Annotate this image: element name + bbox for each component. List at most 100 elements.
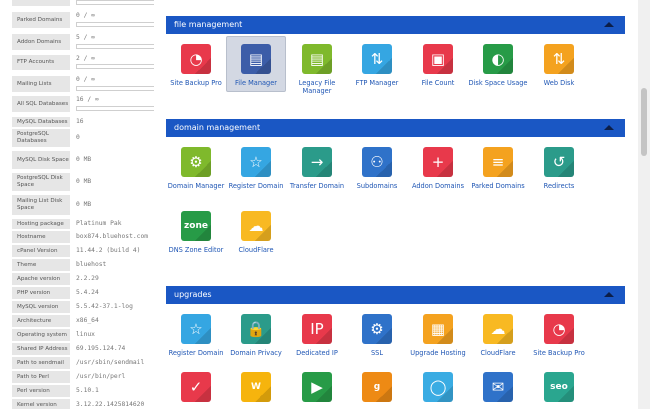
section-title: domain management	[174, 123, 261, 132]
stat-value: 0	[76, 134, 80, 142]
app-link-backup[interactable]: ◔ Site Backup Pro	[529, 314, 589, 357]
stat-label: Architecture	[12, 315, 70, 327]
app-link-label: DNS Zone Editor	[168, 246, 224, 254]
stat-label: Hosting package	[12, 219, 70, 229]
stat-row: PHP version 5.4.24	[12, 287, 154, 299]
section-header[interactable]: upgrades	[166, 286, 625, 304]
app-link-ring[interactable]: ◯	[408, 372, 468, 402]
app-link-seo[interactable]: seo	[529, 372, 589, 402]
app-link-label: Upgrade Hosting	[410, 349, 466, 357]
section-title: upgrades	[174, 290, 212, 299]
ring-icon: ◯	[423, 372, 453, 402]
stat-label: All SQL Databases	[12, 96, 70, 112]
app-link-dedicated-ip[interactable]: IP Dedicated IP	[287, 314, 347, 357]
addon-domains-icon: +	[423, 147, 453, 177]
app-link-label: File Manager	[234, 79, 278, 87]
stat-row: PostgreSQL Databases 0	[12, 129, 154, 147]
app-link-label: CloudFlare	[480, 349, 516, 357]
stat-value: 5 / ∞	[76, 34, 95, 41]
app-link-disk-usage[interactable]: ◐ Disk Space Usage	[468, 44, 528, 87]
app-link-domain-manager[interactable]: ⚙ Domain Manager	[166, 147, 226, 190]
stat-usage-bar	[76, 44, 154, 49]
app-link-redirects[interactable]: ↺ Redirects	[529, 147, 589, 190]
stat-row: Architecture x86_64	[12, 315, 154, 327]
stat-label: Addon Domains	[12, 34, 70, 50]
app-link-legacy-file-manager[interactable]: ▤ Legacy File Manager	[287, 44, 347, 95]
stat-row: Operating system linux	[12, 329, 154, 341]
app-link-register-domain[interactable]: ☆ Register Domain	[226, 147, 286, 190]
stat-label: Path to Perl	[12, 371, 70, 383]
app-link-backup[interactable]: ◔ Site Backup Pro	[166, 44, 226, 87]
section-header[interactable]: file management	[166, 16, 625, 34]
stat-label: Perl version	[12, 385, 70, 397]
stat-value: 0 / ∞	[76, 12, 95, 19]
vertical-scrollbar[interactable]	[638, 0, 650, 409]
stat-row: Kernel version 3.12.22.1425814620	[12, 399, 154, 409]
stat-row: MySQL Databases 16	[12, 117, 154, 127]
stat-label: Path to sendmail	[12, 357, 70, 369]
app-link-label: Domain Privacy	[230, 349, 282, 357]
app-link-dns-zone-editor[interactable]: zone DNS Zone Editor	[166, 211, 226, 254]
app-link-label: Register Domain	[228, 182, 284, 190]
ftp-icon: ⇅	[362, 44, 392, 74]
wordpress-w-icon: W	[241, 372, 271, 402]
stat-label: FTP Accounts	[12, 55, 70, 70]
app-link-register-domain[interactable]: ☆ Register Domain	[166, 314, 226, 357]
stat-value: 5.10.1	[76, 387, 99, 395]
stat-value: 69.195.124.74	[76, 345, 126, 353]
app-link-domain-privacy[interactable]: 🔒 Domain Privacy	[226, 314, 286, 357]
collapse-caret-icon[interactable]	[604, 125, 614, 130]
stat-value: 5.5.42-37.1-log	[76, 303, 133, 311]
stat-value: 0 / ∞	[76, 76, 95, 83]
stat-row: MySQL Disk Space 0 MB	[12, 151, 154, 169]
cloudflare-icon: ☁	[241, 211, 271, 241]
app-link-g[interactable]: g	[347, 372, 407, 402]
app-link-label: Dedicated IP	[296, 349, 338, 357]
stat-label: Shared IP Address	[12, 343, 70, 355]
stat-usage-bar	[76, 86, 154, 91]
stat-label: Operating system	[12, 329, 70, 341]
stat-label: PostgreSQL Databases	[12, 129, 70, 147]
scrollbar-thumb[interactable]	[641, 88, 647, 156]
app-link-upgrade-hosting[interactable]: ▦ Upgrade Hosting	[408, 314, 468, 357]
stat-value: 0 MB	[76, 156, 92, 164]
stat-row: cPanel Version 11.44.2 (build 4)	[12, 245, 154, 257]
app-link-cloudflare[interactable]: ☁ CloudFlare	[226, 211, 286, 254]
collapse-caret-icon[interactable]	[604, 22, 614, 27]
stat-value: 5.4.24	[76, 289, 99, 297]
section-domain-management: domain management ⚙ Domain Manager ☆ Registe…	[166, 119, 625, 284]
section-header[interactable]: domain management	[166, 119, 625, 137]
stat-value: 0 MB	[76, 178, 92, 186]
stat-label: Hostname	[12, 231, 70, 243]
app-link-file-manager[interactable]: ▤ File Manager	[226, 36, 286, 92]
stat-row: MySQL version 5.5.42-37.1-log	[12, 301, 154, 313]
app-link-file-count[interactable]: ▣ File Count	[408, 44, 468, 87]
app-link-ftp[interactable]: ⇅ FTP Manager	[347, 44, 407, 87]
stat-label: PostgreSQL Disk Space	[12, 173, 70, 191]
stat-value: 3.12.22.1425814620	[76, 401, 145, 409]
app-link-parked-domains[interactable]: ≡ Parked Domains	[468, 147, 528, 190]
legacy-file-manager-icon: ▤	[302, 44, 332, 74]
domain-privacy-icon: 🔒	[241, 314, 271, 344]
app-link-web-disk[interactable]: ⇅ Web Disk	[529, 44, 589, 87]
app-link-label: Site Backup Pro	[533, 349, 585, 357]
stat-row: Apache version 2.2.29	[12, 273, 154, 285]
app-link-addon-domains[interactable]: + Addon Domains	[408, 147, 468, 190]
app-link-play[interactable]: ▶	[287, 372, 347, 402]
app-link-shopping-bag[interactable]: ✓	[166, 372, 226, 402]
dedicated-ip-icon: IP	[302, 314, 332, 344]
app-link-wordpress-w[interactable]: W	[226, 372, 286, 402]
app-link-email[interactable]: ✉	[468, 372, 528, 402]
shopping-bag-icon: ✓	[181, 372, 211, 402]
app-link-transfer-domain[interactable]: → Transfer Domain	[287, 147, 347, 190]
collapse-caret-icon[interactable]	[604, 292, 614, 297]
app-link-subdomains[interactable]: ⚇ Subdomains	[347, 147, 407, 190]
stat-value: 11.44.2 (build 4)	[76, 247, 141, 255]
stat-value: 2 / ∞	[76, 55, 95, 62]
stat-label: Apache version	[12, 273, 70, 285]
backup-icon: ◔	[181, 44, 211, 74]
stat-label: MySQL Disk Space	[12, 151, 70, 169]
email-icon: ✉	[483, 372, 513, 402]
app-link-cloudflare[interactable]: ☁ CloudFlare	[468, 314, 528, 357]
app-link-ssl[interactable]: ⚙ SSL	[347, 314, 407, 357]
